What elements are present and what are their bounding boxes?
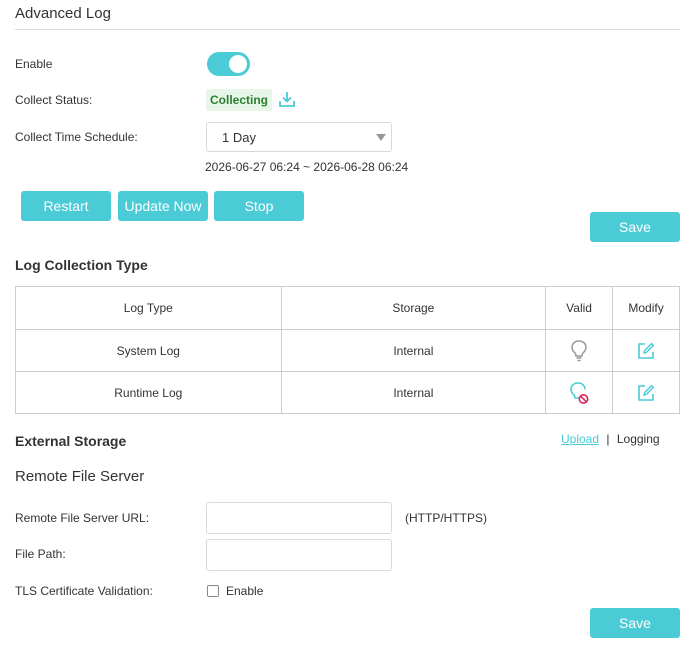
enable-label: Enable — [15, 57, 53, 71]
column-header-modify: Modify — [612, 286, 680, 330]
log-collection-heading: Log Collection Type — [15, 257, 148, 273]
section-title-advanced-log: Advanced Log — [15, 5, 111, 22]
edit-icon[interactable] — [637, 342, 655, 360]
external-storage-heading: External Storage — [15, 433, 127, 449]
cell-modify — [612, 371, 680, 414]
file-path-input[interactable] — [206, 539, 392, 571]
column-header-log-type: Log Type — [15, 286, 282, 330]
edit-icon[interactable] — [637, 384, 655, 402]
log-collection-table: Log Type Storage Valid Modify System Log… — [15, 286, 680, 414]
cell-log-type: Runtime Log — [15, 371, 282, 414]
file-path-label: File Path: — [15, 547, 66, 561]
tls-enable-label[interactable]: Enable — [226, 584, 263, 598]
tls-validation-label: TLS Certificate Validation: — [15, 584, 153, 598]
table-header-row: Log Type Storage Valid Modify — [15, 286, 680, 330]
cell-log-type: System Log — [15, 329, 282, 372]
section-divider — [15, 29, 680, 30]
collect-status-label: Collect Status: — [15, 93, 93, 107]
download-icon[interactable] — [278, 90, 296, 108]
enable-toggle[interactable] — [207, 52, 250, 76]
cell-valid — [545, 371, 614, 414]
cell-modify — [612, 329, 680, 372]
save-button-remote-server[interactable]: Save — [590, 608, 680, 638]
chevron-down-icon — [376, 134, 386, 141]
cell-valid — [545, 329, 614, 372]
save-button-advanced-log[interactable]: Save — [590, 212, 680, 242]
restart-button[interactable]: Restart — [21, 191, 111, 221]
storage-tabs: Upload | Logging — [561, 432, 660, 446]
toggle-knob — [229, 55, 247, 73]
remote-file-server-title: Remote File Server — [15, 468, 145, 485]
tab-separator: | — [606, 432, 610, 446]
update-now-button[interactable]: Update Now — [118, 191, 208, 221]
remote-url-label: Remote File Server URL: — [15, 511, 150, 525]
column-header-valid: Valid — [545, 286, 614, 330]
column-header-storage: Storage — [280, 286, 547, 330]
bulb-icon — [571, 339, 587, 361]
status-badge: Collecting — [206, 89, 273, 111]
tls-enable-checkbox[interactable] — [207, 585, 219, 597]
logging-tab[interactable]: Logging — [617, 432, 660, 446]
stop-button[interactable]: Stop — [214, 191, 304, 221]
cell-storage: Internal — [280, 329, 547, 372]
table-row: Runtime Log Internal — [15, 371, 680, 414]
table-row: System Log Internal — [15, 329, 680, 372]
remote-url-input[interactable] — [206, 502, 392, 534]
upload-link[interactable]: Upload — [561, 432, 599, 446]
schedule-select[interactable]: 1 Day — [206, 122, 392, 152]
cell-storage: Internal — [280, 371, 547, 414]
schedule-select-value: 1 Day — [222, 130, 256, 145]
bulb-disabled-icon — [570, 381, 589, 404]
url-protocol-hint: (HTTP/HTTPS) — [405, 511, 487, 525]
schedule-range-text: 2026-06-27 06:24 ~ 2026-06-28 06:24 — [205, 160, 409, 174]
schedule-label: Collect Time Schedule: — [15, 130, 138, 144]
